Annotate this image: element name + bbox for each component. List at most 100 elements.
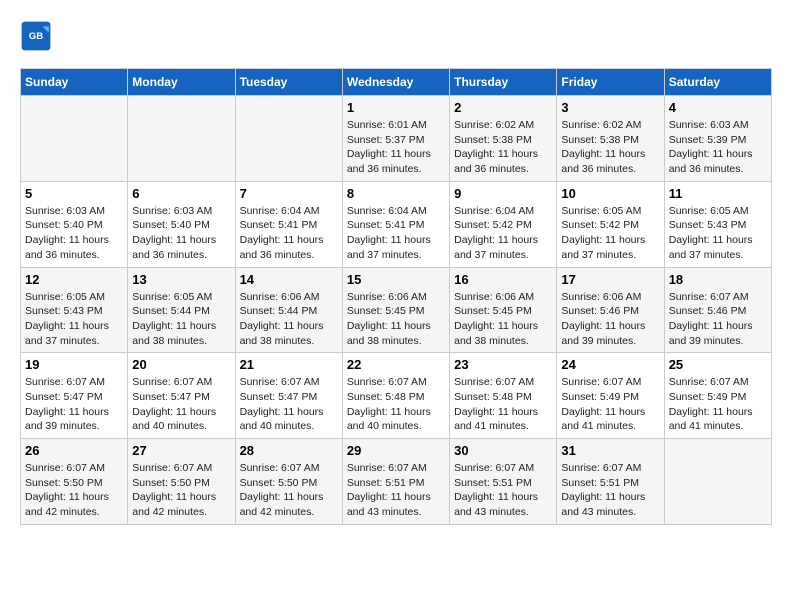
day-number: 30 [454, 443, 552, 458]
week-row-4: 19 Sunrise: 6:07 AM Sunset: 5:47 PM Dayli… [21, 353, 772, 439]
day-number: 16 [454, 272, 552, 287]
calendar-header-row: SundayMondayTuesdayWednesdayThursdayFrid… [21, 69, 772, 96]
day-detail: Sunrise: 6:07 AM Sunset: 5:49 PM Dayligh… [561, 375, 659, 434]
calendar-cell: 9 Sunrise: 6:04 AM Sunset: 5:42 PM Daylig… [450, 181, 557, 267]
day-detail: Sunrise: 6:07 AM Sunset: 5:48 PM Dayligh… [454, 375, 552, 434]
day-number: 22 [347, 357, 445, 372]
calendar-cell: 20 Sunrise: 6:07 AM Sunset: 5:47 PM Dayli… [128, 353, 235, 439]
calendar-cell [664, 439, 771, 525]
header-saturday: Saturday [664, 69, 771, 96]
calendar-table: SundayMondayTuesdayWednesdayThursdayFrid… [20, 68, 772, 525]
day-detail: Sunrise: 6:06 AM Sunset: 5:44 PM Dayligh… [240, 290, 338, 349]
day-number: 13 [132, 272, 230, 287]
header-tuesday: Tuesday [235, 69, 342, 96]
calendar-cell: 25Sunrise: 6:07 AM Sunset: 5:49 PM Dayli… [664, 353, 771, 439]
day-detail: Sunrise: 6:07 AM Sunset: 5:47 PM Dayligh… [132, 375, 230, 434]
day-number: 9 [454, 186, 552, 201]
day-number: 21 [240, 357, 338, 372]
week-row-2: 5 Sunrise: 6:03 AM Sunset: 5:40 PM Daylig… [21, 181, 772, 267]
calendar-cell: 17Sunrise: 6:06 AM Sunset: 5:46 PM Dayli… [557, 267, 664, 353]
calendar-cell: 30Sunrise: 6:07 AM Sunset: 5:51 PM Dayli… [450, 439, 557, 525]
day-number: 4 [669, 100, 767, 115]
day-number: 27 [132, 443, 230, 458]
calendar-cell: 24 Sunrise: 6:07 AM Sunset: 5:49 PM Dayli… [557, 353, 664, 439]
page-header: GB [20, 20, 772, 52]
week-row-1: 1 Sunrise: 6:01 AM Sunset: 5:37 PM Daylig… [21, 96, 772, 182]
day-detail: Sunrise: 6:02 AM Sunset: 5:38 PM Dayligh… [454, 118, 552, 177]
day-number: 23 [454, 357, 552, 372]
calendar-cell: 19 Sunrise: 6:07 AM Sunset: 5:47 PM Dayli… [21, 353, 128, 439]
header-friday: Friday [557, 69, 664, 96]
calendar-cell: 8 Sunrise: 6:04 AM Sunset: 5:41 PM Daylig… [342, 181, 449, 267]
week-row-5: 26 Sunrise: 6:07 AM Sunset: 5:50 PM Dayli… [21, 439, 772, 525]
day-number: 24 [561, 357, 659, 372]
day-number: 12 [25, 272, 123, 287]
header-sunday: Sunday [21, 69, 128, 96]
day-detail: Sunrise: 6:06 AM Sunset: 5:46 PM Dayligh… [561, 290, 659, 349]
calendar-cell: 11 Sunrise: 6:05 AM Sunset: 5:43 PM Dayli… [664, 181, 771, 267]
day-detail: Sunrise: 6:07 AM Sunset: 5:50 PM Dayligh… [25, 461, 123, 520]
day-number: 28 [240, 443, 338, 458]
day-number: 11 [669, 186, 767, 201]
calendar-cell: 27 Sunrise: 6:07 AM Sunset: 5:50 PM Dayli… [128, 439, 235, 525]
day-detail: Sunrise: 6:05 AM Sunset: 5:43 PM Dayligh… [25, 290, 123, 349]
calendar-cell: 4 Sunrise: 6:03 AM Sunset: 5:39 PM Daylig… [664, 96, 771, 182]
day-detail: Sunrise: 6:07 AM Sunset: 5:48 PM Dayligh… [347, 375, 445, 434]
day-detail: Sunrise: 6:07 AM Sunset: 5:51 PM Dayligh… [347, 461, 445, 520]
day-number: 18 [669, 272, 767, 287]
day-detail: Sunrise: 6:04 AM Sunset: 5:41 PM Dayligh… [240, 204, 338, 263]
day-number: 20 [132, 357, 230, 372]
day-number: 8 [347, 186, 445, 201]
header-wednesday: Wednesday [342, 69, 449, 96]
day-number: 25 [669, 357, 767, 372]
day-detail: Sunrise: 6:07 AM Sunset: 5:47 PM Dayligh… [25, 375, 123, 434]
calendar-cell: 10Sunrise: 6:05 AM Sunset: 5:42 PM Dayli… [557, 181, 664, 267]
calendar-cell: 18 Sunrise: 6:07 AM Sunset: 5:46 PM Dayli… [664, 267, 771, 353]
calendar-cell [235, 96, 342, 182]
day-detail: Sunrise: 6:06 AM Sunset: 5:45 PM Dayligh… [454, 290, 552, 349]
logo-icon: GB [20, 20, 52, 52]
day-detail: Sunrise: 6:03 AM Sunset: 5:39 PM Dayligh… [669, 118, 767, 177]
calendar-cell: 14 Sunrise: 6:06 AM Sunset: 5:44 PM Dayli… [235, 267, 342, 353]
calendar-cell: 29 Sunrise: 6:07 AM Sunset: 5:51 PM Dayli… [342, 439, 449, 525]
day-number: 19 [25, 357, 123, 372]
calendar-cell: 22 Sunrise: 6:07 AM Sunset: 5:48 PM Dayli… [342, 353, 449, 439]
calendar-cell: 5 Sunrise: 6:03 AM Sunset: 5:40 PM Daylig… [21, 181, 128, 267]
calendar-cell: 2Sunrise: 6:02 AM Sunset: 5:38 PM Daylig… [450, 96, 557, 182]
calendar-cell [128, 96, 235, 182]
day-number: 31 [561, 443, 659, 458]
calendar-cell: 1 Sunrise: 6:01 AM Sunset: 5:37 PM Daylig… [342, 96, 449, 182]
day-detail: Sunrise: 6:01 AM Sunset: 5:37 PM Dayligh… [347, 118, 445, 177]
day-number: 15 [347, 272, 445, 287]
day-detail: Sunrise: 6:03 AM Sunset: 5:40 PM Dayligh… [132, 204, 230, 263]
day-number: 3 [561, 100, 659, 115]
calendar-cell: 31Sunrise: 6:07 AM Sunset: 5:51 PM Dayli… [557, 439, 664, 525]
calendar-cell: 15 Sunrise: 6:06 AM Sunset: 5:45 PM Dayli… [342, 267, 449, 353]
day-detail: Sunrise: 6:07 AM Sunset: 5:50 PM Dayligh… [240, 461, 338, 520]
day-detail: Sunrise: 6:06 AM Sunset: 5:45 PM Dayligh… [347, 290, 445, 349]
day-number: 6 [132, 186, 230, 201]
day-detail: Sunrise: 6:07 AM Sunset: 5:47 PM Dayligh… [240, 375, 338, 434]
day-detail: Sunrise: 6:04 AM Sunset: 5:42 PM Dayligh… [454, 204, 552, 263]
calendar-cell: 12 Sunrise: 6:05 AM Sunset: 5:43 PM Dayli… [21, 267, 128, 353]
day-detail: Sunrise: 6:05 AM Sunset: 5:43 PM Dayligh… [669, 204, 767, 263]
day-detail: Sunrise: 6:05 AM Sunset: 5:44 PM Dayligh… [132, 290, 230, 349]
header-monday: Monday [128, 69, 235, 96]
calendar-cell: 3Sunrise: 6:02 AM Sunset: 5:38 PM Daylig… [557, 96, 664, 182]
day-number: 10 [561, 186, 659, 201]
day-number: 29 [347, 443, 445, 458]
day-number: 14 [240, 272, 338, 287]
svg-text:GB: GB [29, 31, 43, 42]
calendar-cell: 23 Sunrise: 6:07 AM Sunset: 5:48 PM Dayli… [450, 353, 557, 439]
day-number: 26 [25, 443, 123, 458]
week-row-3: 12 Sunrise: 6:05 AM Sunset: 5:43 PM Dayli… [21, 267, 772, 353]
day-detail: Sunrise: 6:04 AM Sunset: 5:41 PM Dayligh… [347, 204, 445, 263]
header-thursday: Thursday [450, 69, 557, 96]
day-detail: Sunrise: 6:03 AM Sunset: 5:40 PM Dayligh… [25, 204, 123, 263]
day-number: 5 [25, 186, 123, 201]
day-number: 1 [347, 100, 445, 115]
day-detail: Sunrise: 6:07 AM Sunset: 5:50 PM Dayligh… [132, 461, 230, 520]
day-detail: Sunrise: 6:07 AM Sunset: 5:46 PM Dayligh… [669, 290, 767, 349]
calendar-cell: 16 Sunrise: 6:06 AM Sunset: 5:45 PM Dayli… [450, 267, 557, 353]
calendar-cell: 13 Sunrise: 6:05 AM Sunset: 5:44 PM Dayli… [128, 267, 235, 353]
